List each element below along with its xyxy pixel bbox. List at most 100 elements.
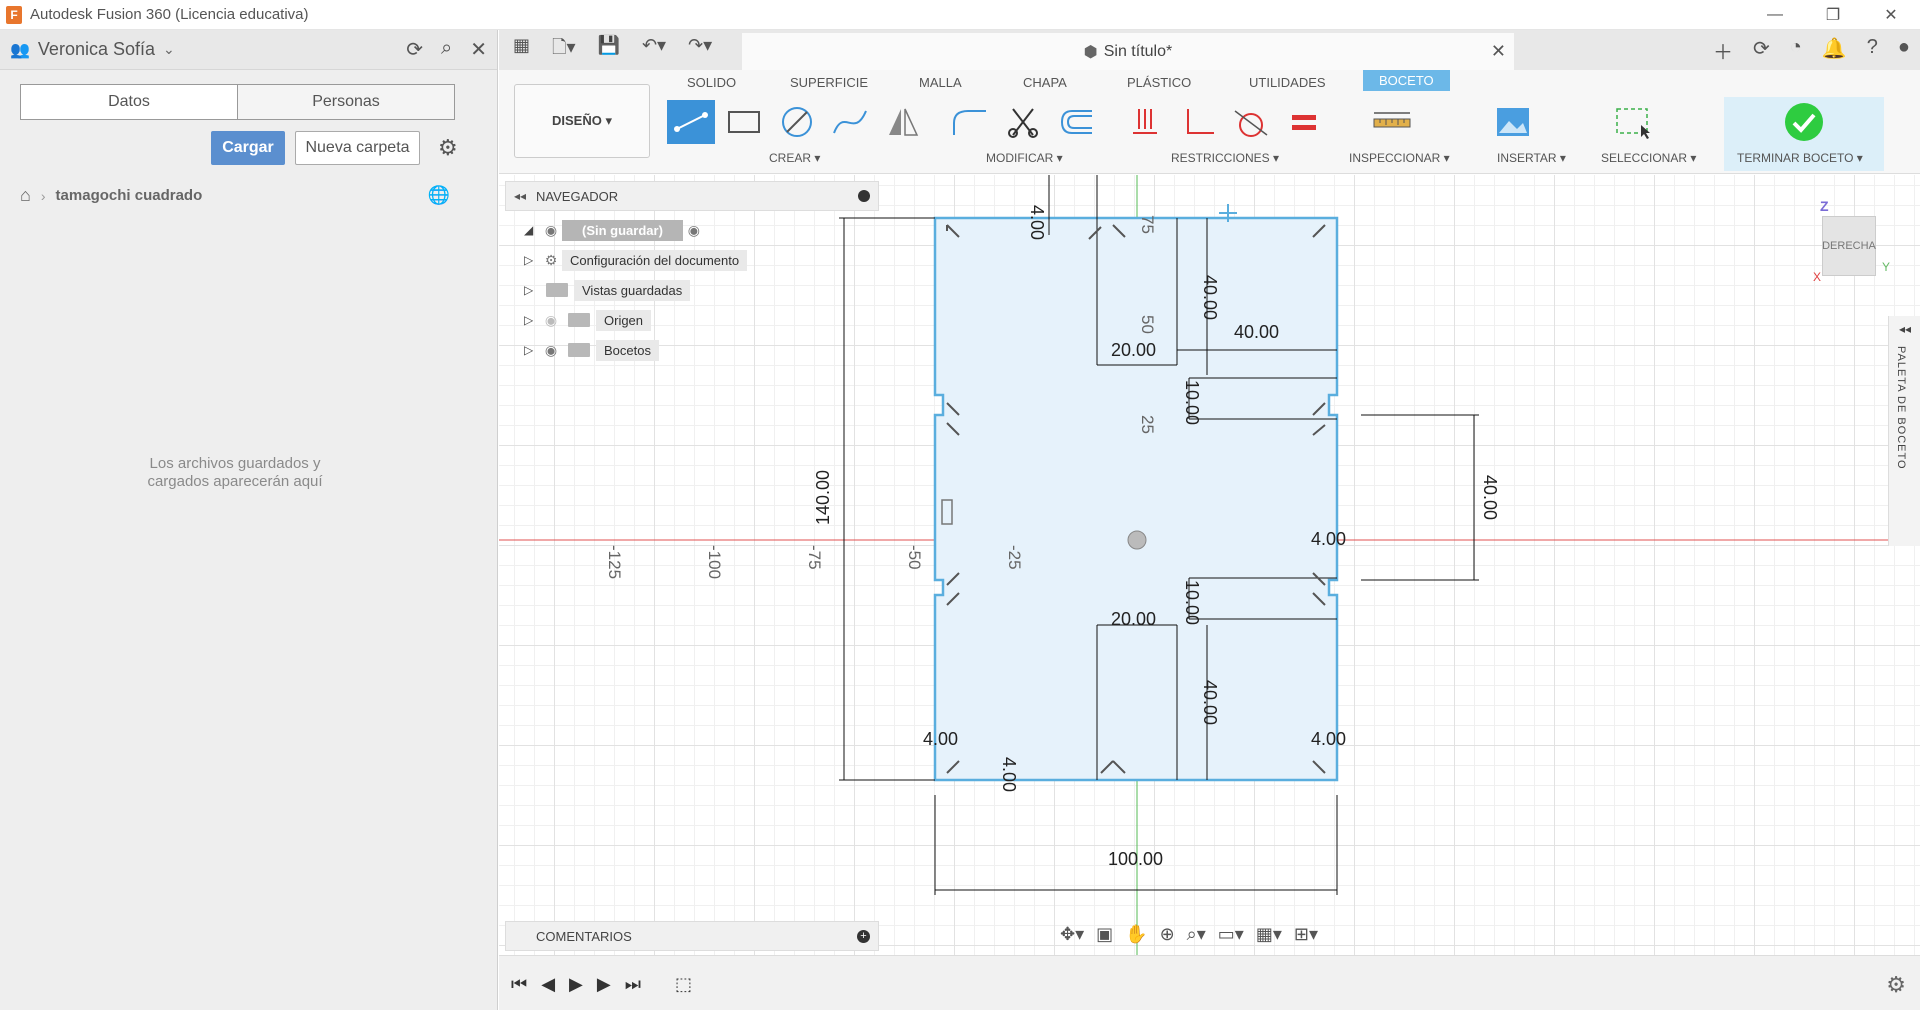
sketch-drawing[interactable]: 40.00 40.00 20.00 10.00 140.00 40.00 4.0… — [499, 175, 1920, 955]
go-to-start-icon[interactable]: ⏮ — [511, 974, 527, 995]
activate-radio-icon[interactable]: ◉ — [683, 222, 705, 239]
dimension-label[interactable]: 4.00 — [1311, 729, 1346, 749]
group-inspeccionar[interactable]: INSPECCIONAR ▾ — [1349, 151, 1450, 165]
mirror-tool-icon[interactable] — [879, 100, 927, 144]
expand-triangle-icon[interactable]: ▷ — [524, 343, 540, 357]
sketch-feature-icon[interactable]: ⬚ — [675, 974, 692, 995]
tab-solido[interactable]: SOLIDO — [687, 75, 736, 90]
tangent-constraint-icon[interactable] — [1227, 100, 1275, 144]
sketch-palette[interactable]: ◂◂ PALETA DE BOCETO — [1888, 316, 1920, 546]
viewports-icon[interactable]: ⊞▾ — [1294, 924, 1318, 945]
refresh-icon[interactable]: ⟳ — [406, 37, 423, 62]
group-insertar[interactable]: INSERTAR ▾ — [1497, 151, 1566, 165]
zoom-icon[interactable]: ⊕ — [1160, 924, 1175, 945]
spline-tool-icon[interactable] — [826, 100, 874, 144]
expand-triangle-icon[interactable]: ▷ — [524, 313, 540, 327]
document-tab[interactable]: ⬢ Sin título* ✕ — [742, 33, 1514, 70]
search-icon[interactable]: ⌕ — [441, 37, 452, 62]
timeline-settings-gear-icon[interactable]: ⚙ — [1886, 972, 1906, 998]
tree-item-origin[interactable]: ▷ ◉ Origen — [524, 307, 652, 333]
help-icon[interactable]: ? — [1867, 36, 1878, 65]
origin-point[interactable] — [1127, 530, 1147, 550]
play-icon[interactable]: ▶ — [569, 974, 583, 995]
sketch-profile[interactable] — [933, 216, 1339, 782]
circle-tool-icon[interactable] — [773, 100, 821, 144]
workspace-design-button[interactable]: DISEÑO ▾ — [514, 84, 650, 158]
eye-hidden-icon[interactable]: ◉ — [540, 312, 562, 329]
dimension-label[interactable]: 140.00 — [813, 470, 833, 525]
tree-item-config[interactable]: ▷ ⚙ Configuración del documento — [524, 247, 748, 273]
tab-chapa[interactable]: CHAPA — [1023, 75, 1067, 90]
dimension-label[interactable]: 4.00 — [1311, 529, 1346, 549]
fillet-tool-icon[interactable] — [946, 100, 994, 144]
group-seleccionar[interactable]: SELECCIONAR ▾ — [1601, 151, 1696, 165]
tab-boceto[interactable]: BOCETO — [1363, 70, 1450, 91]
step-back-icon[interactable]: ◀ — [541, 974, 555, 995]
home-icon[interactable]: ⌂ — [20, 185, 31, 206]
user-name[interactable]: Veronica Sofía — [38, 39, 155, 60]
group-restricciones[interactable]: RESTRICCIONES ▾ — [1171, 151, 1279, 165]
coincident-constraint-icon[interactable] — [1121, 100, 1169, 144]
navigator-minimize-icon[interactable] — [858, 190, 870, 202]
pan-icon[interactable]: ✋ — [1125, 924, 1147, 945]
tree-item-sketches[interactable]: ▷ ◉ Bocetos — [524, 337, 659, 363]
view-cube-face[interactable]: DERECHA — [1822, 240, 1876, 252]
line-tool-icon[interactable] — [667, 100, 715, 144]
close-icon[interactable]: ✕ — [470, 37, 487, 62]
new-tab-icon[interactable]: ＋ — [1713, 36, 1733, 65]
tab-plastico[interactable]: PLÁSTICO — [1127, 75, 1191, 90]
minimize-button[interactable]: — — [1746, 0, 1804, 30]
orbit-icon[interactable]: ✥▾ — [1060, 924, 1084, 945]
breadcrumb-folder[interactable]: tamagochi cuadrado — [56, 187, 203, 204]
sketch-canvas[interactable]: 40.00 40.00 20.00 10.00 140.00 40.00 4.0… — [499, 175, 1920, 955]
tab-malla[interactable]: MALLA — [919, 75, 962, 90]
tab-utilidades[interactable]: UTILIDADES — [1249, 75, 1326, 90]
file-menu-icon[interactable]: 🗋▾ — [552, 35, 576, 65]
tree-item-views[interactable]: ▷ Vistas guardadas — [524, 277, 691, 303]
equal-constraint-icon[interactable] — [1280, 100, 1328, 144]
tab-superficie[interactable]: SUPERFICIE — [790, 75, 868, 90]
trim-tool-icon[interactable] — [999, 100, 1047, 144]
upload-button[interactable]: Cargar — [211, 131, 285, 165]
expand-palette-icon[interactable]: ◂◂ — [1899, 322, 1911, 336]
insert-image-icon[interactable] — [1489, 100, 1537, 144]
zoom-window-icon[interactable]: ⌕▾ — [1187, 924, 1206, 945]
dimension-label[interactable]: 20.00 — [1111, 609, 1156, 629]
eye-icon[interactable]: ◉ — [540, 342, 562, 359]
offset-tool-icon[interactable] — [1052, 100, 1100, 144]
dimension-label[interactable]: 40.00 — [1234, 322, 1279, 342]
dimension-label[interactable]: 10.00 — [1182, 580, 1202, 625]
dimension-label[interactable]: 100.00 — [1108, 849, 1163, 869]
globe-icon[interactable]: 🌐 — [428, 185, 450, 206]
avatar[interactable]: ● — [1898, 36, 1910, 65]
collapse-arrow-icon[interactable]: ◂◂ — [514, 189, 526, 203]
view-cube[interactable]: DERECHA — [1822, 216, 1876, 276]
look-at-icon[interactable]: ▣ — [1096, 924, 1113, 945]
dimension-label[interactable]: 40.00 — [1200, 680, 1220, 725]
dimension-label[interactable]: 10.00 — [1182, 380, 1202, 425]
navigator-header[interactable]: ◂◂ NAVEGADOR — [505, 181, 879, 211]
save-icon[interactable]: 💾 — [598, 35, 620, 65]
dimension-label[interactable]: 4.00 — [923, 729, 958, 749]
display-settings-icon[interactable]: ▭▾ — [1218, 924, 1244, 945]
close-window-button[interactable]: ✕ — [1862, 0, 1920, 30]
step-forward-icon[interactable]: ▶ — [597, 974, 611, 995]
dimension-label[interactable]: 4.00 — [999, 757, 1019, 792]
measure-tool-icon[interactable] — [1368, 100, 1416, 144]
redo-icon[interactable]: ↷▾ — [688, 35, 712, 65]
expand-triangle-icon[interactable]: ▷ — [524, 253, 540, 267]
grid-settings-icon[interactable]: ▦▾ — [1256, 924, 1282, 945]
expand-triangle-icon[interactable]: ◢ — [524, 223, 540, 237]
undo-icon[interactable]: ↶▾ — [642, 35, 666, 65]
restore-button[interactable]: ❐ — [1804, 0, 1862, 30]
dimension-label[interactable]: 4.00 — [1027, 205, 1047, 240]
group-modificar[interactable]: MODIFICAR ▾ — [986, 151, 1063, 165]
dimension-label[interactable]: 40.00 — [1200, 275, 1220, 320]
notifications-icon[interactable]: 🔔 — [1822, 36, 1847, 65]
tab-personas[interactable]: Personas — [237, 85, 454, 119]
job-status-icon[interactable]: ◔ — [1790, 36, 1802, 65]
go-to-end-icon[interactable]: ⏭ — [625, 974, 641, 995]
chevron-down-icon[interactable]: ⌄ — [163, 41, 175, 58]
tab-datos[interactable]: Datos — [21, 85, 237, 119]
tree-root[interactable]: ◢ ◉ (Sin guardar) ◉ — [524, 217, 705, 243]
